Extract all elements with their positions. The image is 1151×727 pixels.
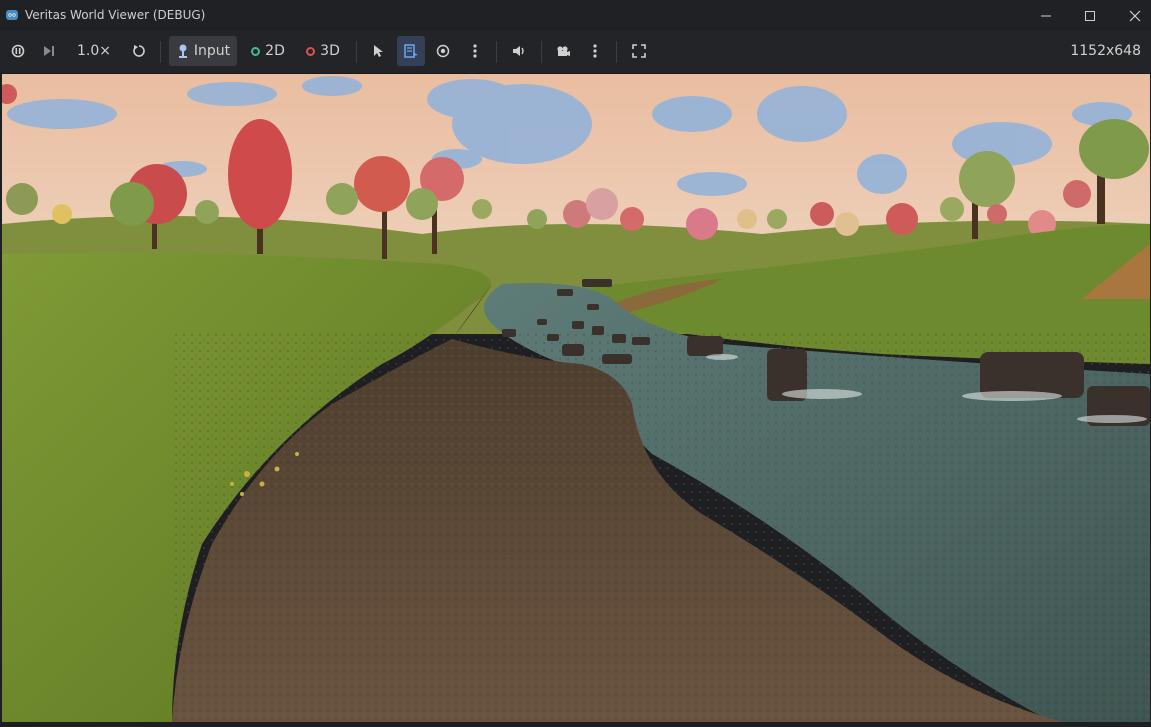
list-select-icon	[404, 44, 418, 58]
eye-icon	[436, 44, 450, 58]
pointer-icon	[374, 45, 383, 57]
window-title: Veritas World Viewer (DEBUG)	[25, 8, 206, 22]
suspend-icon	[11, 44, 25, 58]
mode-2d-icon	[251, 46, 261, 56]
speed-button[interactable]: 1.0×	[70, 36, 118, 66]
toolbar-separator	[356, 41, 357, 63]
window-bottom-edge	[0, 722, 1151, 727]
maximize-icon	[1085, 10, 1095, 21]
kebab-menu-icon	[593, 44, 597, 58]
camera-button[interactable]	[550, 36, 576, 66]
game-viewport[interactable]	[2, 74, 1150, 722]
camera-icon	[557, 46, 570, 56]
input-toggle-button[interactable]: Input	[169, 36, 237, 66]
toolbar-separator	[496, 41, 497, 63]
list-select-button[interactable]	[397, 36, 425, 66]
game-toolbar: 1.0× Input 2D 3D 1152x648	[0, 31, 1151, 74]
toolbar-separator	[616, 41, 617, 63]
next-frame-button[interactable]	[37, 36, 61, 66]
window-titlebar: Veritas World Viewer (DEBUG)	[0, 0, 1151, 31]
camera-options-button[interactable]	[584, 36, 606, 66]
fullscreen-icon	[632, 44, 646, 58]
next-frame-icon	[44, 46, 54, 56]
mute-button[interactable]	[506, 36, 532, 66]
mode-2d-button[interactable]: 2D	[244, 36, 292, 66]
mode-3d-button[interactable]: 3D	[298, 36, 348, 66]
minimize-icon	[1041, 15, 1051, 16]
input-label: Input	[193, 43, 231, 59]
select-button[interactable]	[366, 36, 390, 66]
mode-3d-label: 3D	[320, 43, 340, 59]
visibility-button[interactable]	[431, 36, 455, 66]
suspend-button[interactable]	[6, 36, 30, 66]
minimize-button[interactable]	[1023, 0, 1069, 31]
reset-icon	[133, 45, 145, 57]
more-options-button[interactable]	[464, 36, 486, 66]
speed-label: 1.0×	[77, 43, 111, 59]
close-button[interactable]	[1112, 0, 1151, 31]
joystick-icon	[178, 44, 187, 58]
mode-3d-icon	[306, 46, 316, 56]
godot-icon	[6, 10, 18, 20]
fullscreen-button[interactable]	[626, 36, 652, 66]
speaker-icon	[513, 46, 524, 56]
resolution-label: 1152x648	[1070, 43, 1141, 59]
toolbar-separator	[160, 41, 161, 63]
world-scene	[2, 74, 1150, 722]
toolbar-separator	[541, 41, 542, 63]
reset-speed-button[interactable]	[127, 36, 151, 66]
kebab-menu-icon	[473, 44, 477, 58]
maximize-button[interactable]	[1067, 0, 1113, 31]
mode-2d-label: 2D	[265, 43, 285, 59]
close-icon	[1129, 10, 1141, 21]
